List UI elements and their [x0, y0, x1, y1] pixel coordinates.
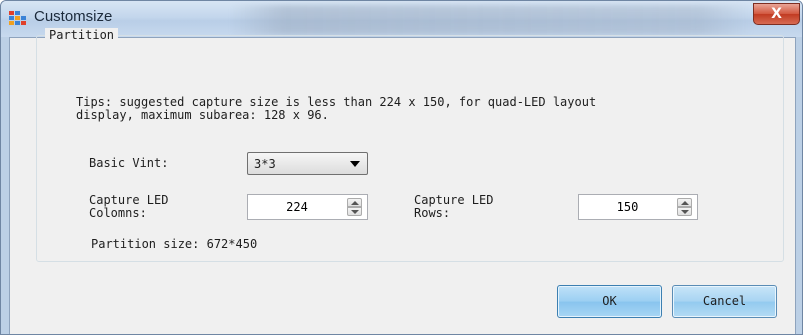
partition-legend: Partition [45, 28, 119, 42]
columns-decrement-icon[interactable] [347, 207, 362, 216]
ok-button[interactable]: OK [557, 285, 662, 318]
chevron-down-icon[interactable] [350, 161, 360, 167]
app-grid-icon [9, 11, 26, 26]
tips-line-2: display, maximum subarea: 128 x 96. [76, 108, 329, 122]
rows-decrement-icon[interactable] [677, 207, 692, 216]
basic-unit-label: Basic Vint: [89, 156, 169, 170]
title-bar[interactable]: Customsize X [1, 1, 802, 37]
rows-spin-buttons [677, 198, 692, 216]
capture-rows-stepper[interactable] [578, 194, 698, 220]
partition-groupbox: Partition [36, 28, 784, 262]
capture-columns-label-line2: Colomns: [89, 206, 147, 220]
partition-size-text: Partition size: 672*450 [91, 237, 258, 251]
columns-increment-icon[interactable] [347, 198, 362, 207]
basic-unit-dropdown[interactable]: 3*3 [247, 152, 368, 175]
capture-columns-stepper[interactable] [247, 194, 368, 220]
close-icon: X [771, 6, 782, 22]
capture-rows-input[interactable] [580, 196, 675, 218]
capture-rows-label-line2: Rows: [414, 206, 451, 220]
blurred-title-area [231, 5, 751, 35]
window-title: Customsize [34, 8, 113, 25]
cancel-button[interactable]: Cancel [672, 285, 777, 318]
basic-unit-value: 3*3 [254, 157, 276, 171]
customsize-dialog: Customsize X Partition Tips: suggested c… [0, 0, 803, 335]
capture-columns-input[interactable] [249, 196, 345, 218]
rows-increment-icon[interactable] [677, 198, 692, 207]
columns-spin-buttons [347, 198, 362, 216]
close-button[interactable]: X [753, 3, 800, 25]
